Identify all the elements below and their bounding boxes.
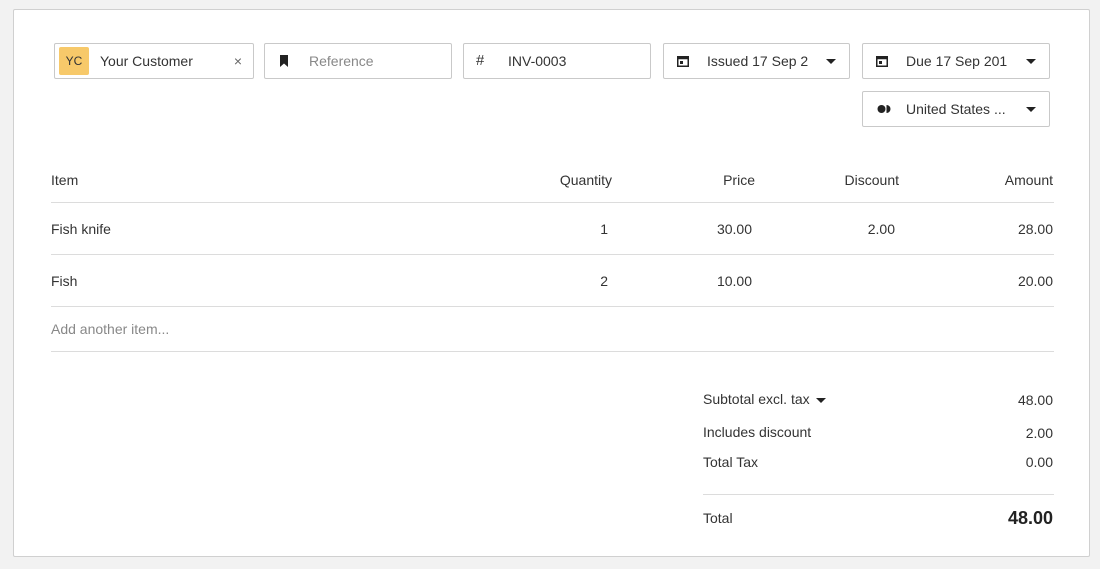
- due-date-select[interactable]: Due 17 Sep 201: [862, 43, 1050, 79]
- item-cell[interactable]: Fish knife: [51, 221, 111, 237]
- subtotal-label: Subtotal excl. tax: [703, 391, 810, 407]
- chevron-down-icon: [826, 59, 836, 64]
- header-price: Price: [723, 172, 755, 188]
- quantity-cell[interactable]: 2: [600, 273, 608, 289]
- discount-summary-value: 2.00: [1025, 425, 1053, 441]
- avatar: YC: [59, 47, 89, 75]
- header-quantity: Quantity: [559, 172, 612, 188]
- reference-placeholder: Reference: [309, 53, 374, 69]
- reference-input[interactable]: Reference: [264, 43, 452, 79]
- bookmark-icon: [280, 55, 288, 67]
- subtotal-toggle[interactable]: Subtotal excl. tax: [703, 391, 833, 409]
- divider: [51, 254, 1054, 255]
- quantity-cell[interactable]: 1: [600, 221, 608, 237]
- calendar-icon: [876, 56, 888, 67]
- price-cell[interactable]: 10.00: [717, 273, 752, 289]
- header-item: Item: [51, 172, 79, 188]
- divider: [703, 494, 1054, 495]
- divider: [51, 202, 1054, 203]
- header-amount: Amount: [1004, 172, 1053, 188]
- divider: [51, 306, 1054, 307]
- discount-summary-label: Includes discount: [703, 424, 812, 440]
- due-date-label: Due 17 Sep 201: [906, 53, 1008, 69]
- hash-icon: #: [476, 52, 485, 69]
- contact-name: Your Customer: [100, 53, 193, 69]
- chevron-down-icon: [1026, 59, 1036, 64]
- invoice-number-input[interactable]: # INV-0003: [463, 43, 651, 79]
- subtotal-value: 48.00: [1017, 392, 1053, 408]
- currency-icon: [877, 105, 891, 113]
- price-cell[interactable]: 30.00: [717, 221, 752, 237]
- issued-date-label: Issued 17 Sep 2: [707, 53, 809, 69]
- chevron-down-icon: [1026, 107, 1036, 112]
- clear-icon[interactable]: ×: [234, 53, 242, 69]
- header-discount: Discount: [844, 172, 899, 188]
- chevron-down-icon: [816, 398, 826, 403]
- tax-label: Total Tax: [703, 454, 758, 470]
- total-value: 48.00: [1007, 508, 1053, 528]
- add-item-input[interactable]: Add another item...: [51, 321, 169, 337]
- amount-cell: 28.00: [1017, 221, 1053, 237]
- discount-cell[interactable]: 2.00: [868, 221, 895, 237]
- invoice-number-value: INV-0003: [508, 53, 567, 69]
- divider: [51, 351, 1054, 352]
- contact-field[interactable]: YC Your Customer ×: [54, 43, 254, 79]
- issued-date-select[interactable]: Issued 17 Sep 2: [663, 43, 850, 79]
- amount-cell: 20.00: [1017, 273, 1053, 289]
- calendar-icon: [677, 56, 689, 67]
- currency-select[interactable]: United States ...: [862, 91, 1050, 127]
- tax-value: 0.00: [1025, 454, 1053, 470]
- currency-label: United States ...: [906, 101, 1006, 117]
- total-label: Total: [703, 510, 733, 526]
- item-cell[interactable]: Fish: [51, 273, 77, 289]
